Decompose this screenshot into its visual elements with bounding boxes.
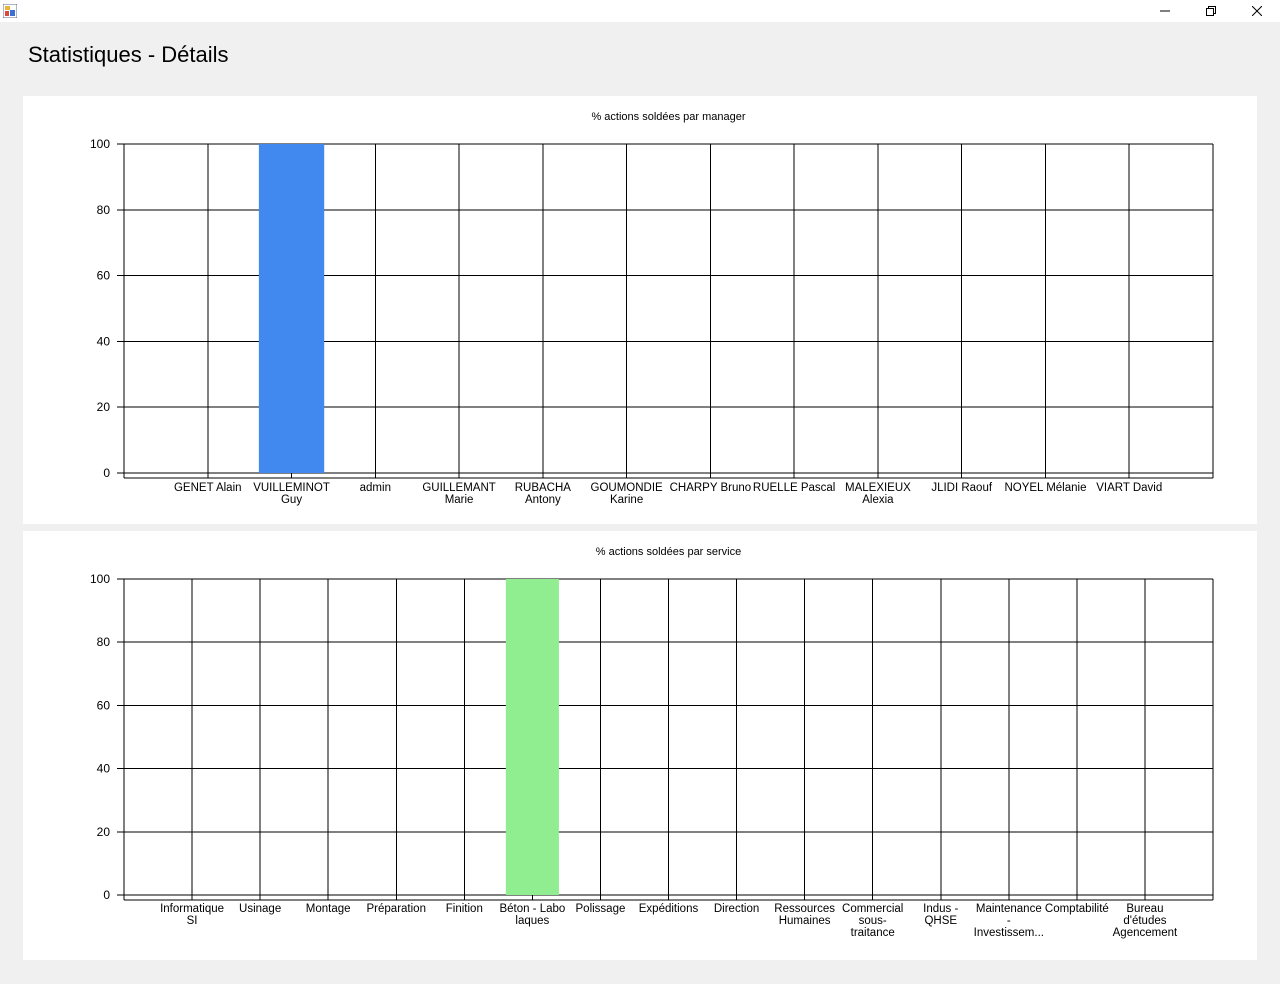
y-tick-label: 20 <box>97 400 111 414</box>
x-tick-label: Maintenance -Investissem... <box>974 903 1044 939</box>
x-tick-label: GUILLEMANT Marie <box>422 482 496 506</box>
x-tick-label: Commercial sous-traitance <box>842 903 903 939</box>
x-tick-label: RUBACHA Antony <box>515 482 572 506</box>
y-tick-label: 40 <box>97 334 111 348</box>
chart-title: % actions soldées par manager <box>591 111 745 123</box>
x-tick-label: Polissage <box>576 903 626 915</box>
x-tick-label: Préparation <box>367 903 426 915</box>
x-tick-label: VIART David <box>1096 482 1162 494</box>
minimize-button[interactable] <box>1142 0 1188 22</box>
x-tick-label: Comptabilité <box>1045 903 1109 915</box>
x-tick-label: GOUMONDIE Karine <box>591 482 664 506</box>
y-tick-label: 80 <box>97 203 111 217</box>
x-tick-label: NOYEL Mélanie <box>1004 482 1086 494</box>
service-chart: % actions soldées par service 0 20 40 60 80 10… <box>90 546 1214 939</box>
service-chart-panel: % actions soldées par service 0 20 40 60 80 10… <box>23 531 1257 960</box>
x-tick-label: RUELLE Pascal <box>753 482 835 494</box>
x-tick-label: Montage <box>306 903 351 915</box>
title-bar <box>0 0 1280 22</box>
minimize-icon <box>1160 10 1170 12</box>
y-tick-label: 20 <box>97 825 111 839</box>
x-tick-label: VUILLEMINOT Guy <box>253 482 330 506</box>
y-tick-label: 60 <box>97 698 111 712</box>
x-tick-label: GENET Alain <box>174 482 242 494</box>
bar <box>258 144 325 473</box>
y-tick-label: 60 <box>97 269 111 283</box>
x-tick-label: Direction <box>714 903 759 915</box>
app-icon <box>3 4 17 18</box>
x-tick-label: Indus -QHSE <box>923 903 958 927</box>
restore-button[interactable] <box>1188 0 1234 22</box>
y-tick-label: 100 <box>90 572 110 586</box>
y-tick-label: 0 <box>103 888 110 902</box>
manager-chart: % actions soldées par manager 0 20 40 60 80 10… <box>90 111 1214 506</box>
manager-chart-panel: % actions soldées par manager 0 20 40 60 80 10… <box>23 96 1257 524</box>
x-tick-label: Usinage <box>239 903 281 915</box>
x-tick-label: JLIDI Raouf <box>931 482 993 494</box>
close-button[interactable] <box>1234 0 1280 22</box>
x-tick-label: CHARPY Bruno <box>670 482 752 494</box>
x-tick-label: MALEXIEUX Alexia <box>845 482 911 506</box>
x-tick-label: Expéditions <box>639 903 699 915</box>
chart-title: % actions soldées par service <box>596 546 742 558</box>
x-tick-label: Finition <box>446 903 483 915</box>
restore-icon <box>1206 6 1216 16</box>
y-tick-label: 0 <box>103 466 110 480</box>
bar <box>505 579 559 895</box>
page-title: Statistiques - Détails <box>28 42 229 67</box>
x-tick-label: admin <box>360 482 391 494</box>
y-tick-label: 40 <box>97 762 111 776</box>
x-tick-label: Béton - Labo laques <box>499 903 565 927</box>
y-tick-label: 100 <box>90 137 110 151</box>
x-tick-label: Informatique SI <box>160 903 224 927</box>
x-tick-label: Bureau d'études Agencement <box>1113 903 1178 939</box>
y-tick-label: 80 <box>97 635 111 649</box>
close-icon <box>1252 6 1262 16</box>
x-tick-label: Ressources Humaines <box>774 903 835 927</box>
